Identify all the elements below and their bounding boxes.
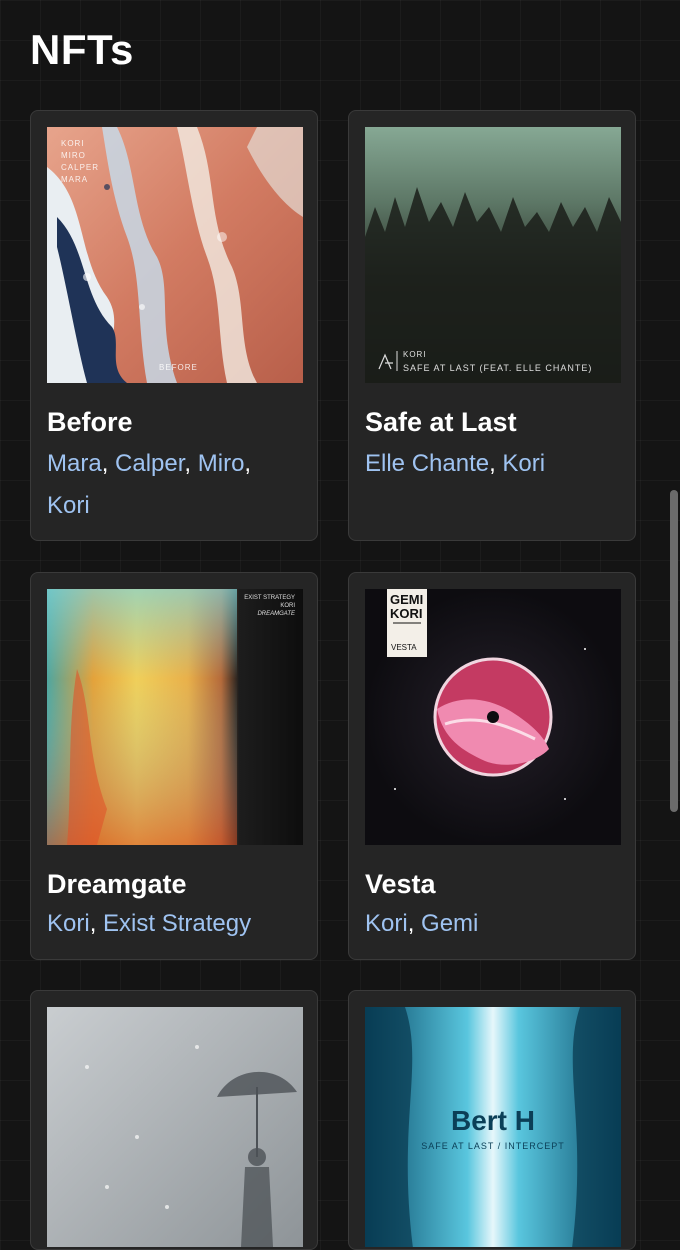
nft-card-rain[interactable] [30, 990, 318, 1250]
cover-artist-line: MIRO [61, 151, 86, 160]
cover-title: SAFE AT LAST / INTERCEPT [421, 1141, 565, 1151]
cover-artist: KORI [403, 350, 427, 359]
artist-link[interactable]: Mara [47, 450, 102, 477]
cover-artist-line: CALPER [61, 163, 100, 172]
artist-list: Elle Chante, Kori [365, 450, 546, 477]
cover-art-bert-h: Bert H SAFE AT LAST / INTERCEPT [365, 1007, 621, 1247]
cover-artist-line: KORI [390, 606, 423, 621]
cover-artist-line: KORI [61, 139, 85, 148]
artist-link[interactable]: Kori [502, 450, 545, 477]
nft-title: Dreamgate [47, 869, 187, 899]
artist-link[interactable]: Kori [47, 492, 90, 519]
artist-list: Kori, Exist Strategy [47, 910, 252, 937]
nft-title: Safe at Last [365, 407, 517, 437]
cover-art-rain [47, 1007, 303, 1247]
nft-card-bert-h[interactable]: Bert H SAFE AT LAST / INTERCEPT [348, 990, 636, 1250]
artist-link[interactable]: Gemi [421, 910, 478, 937]
scrollbar-thumb[interactable] [670, 490, 678, 812]
nft-title: Before [47, 407, 133, 437]
cover-artist-line: GEMI [390, 592, 424, 607]
artist-link[interactable]: Elle Chante [365, 450, 489, 477]
artist-link[interactable]: Exist Strategy [103, 910, 251, 937]
artist-link[interactable]: Kori [47, 910, 90, 937]
nft-title: Vesta [365, 869, 436, 899]
artist-link[interactable]: Calper [115, 450, 184, 477]
cover-art-vesta: GEMI KORI VESTA [365, 589, 621, 845]
cover-title: SAFE AT LAST (FEAT. ELLE CHANTE) [403, 363, 593, 373]
cover-artist-line: KORI [280, 603, 295, 609]
nft-card-dreamgate[interactable]: EXIST STRATEGY KORI DREAMGATE Dreamgate … [30, 572, 318, 960]
cover-title: DREAMGATE [257, 611, 295, 617]
cover-title: VESTA [391, 643, 417, 652]
cover-artist-line: MARA [61, 175, 89, 184]
cover-title: BEFORE [159, 363, 198, 372]
nft-card-vesta[interactable]: GEMI KORI VESTA Vesta Kori, Gemi [348, 572, 636, 960]
artist-list: Kori, Gemi [365, 910, 479, 937]
nft-card-safe-at-last[interactable]: KORI SAFE AT LAST (FEAT. ELLE CHANTE) Sa… [348, 110, 636, 541]
artist-link[interactable]: Kori [365, 910, 408, 937]
cover-art-safe-at-last: KORI SAFE AT LAST (FEAT. ELLE CHANTE) [365, 127, 621, 383]
nft-card-before[interactable]: KORI MIRO CALPER MARA BEFORE Before Mara… [30, 110, 318, 541]
page-title: NFTs [30, 26, 134, 73]
cover-art-dreamgate: EXIST STRATEGY KORI DREAMGATE [47, 589, 303, 845]
cover-art-before: KORI MIRO CALPER MARA BEFORE [47, 127, 303, 383]
artist-list: Mara, Calper, Miro, Kori [47, 450, 252, 519]
cover-artist: Bert H [450, 1105, 535, 1136]
cover-artist-line: EXIST STRATEGY [244, 595, 295, 601]
artist-link[interactable]: Miro [198, 450, 245, 477]
